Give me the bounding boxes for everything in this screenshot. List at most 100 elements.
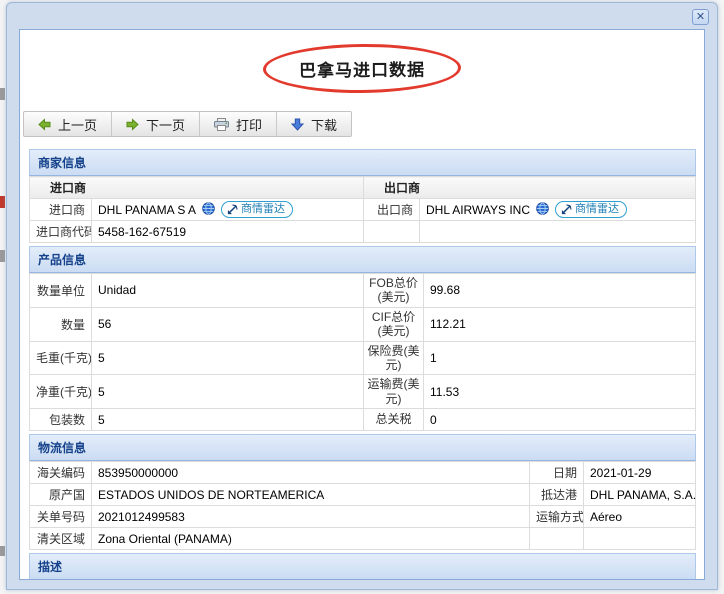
table-row: 进口商 DHL PANAMA S A 商情雷达	[30, 199, 696, 221]
field-value: 5	[92, 409, 364, 431]
green-arrow-right-icon	[126, 118, 139, 131]
download-button[interactable]: 下载	[277, 112, 351, 136]
blue-arrow-down-icon	[291, 118, 304, 131]
importer-code-value: 5458-162-67519	[92, 221, 364, 243]
table-row: 数量 56 CIF总价(美元) 112.21	[30, 307, 696, 341]
field-value: 99.68	[424, 274, 696, 308]
field-label: 保险费(美元)	[364, 341, 424, 375]
field-value: 1	[424, 341, 696, 375]
globe-icon[interactable]	[202, 202, 215, 218]
importer-value-cell: DHL PANAMA S A 商情雷达	[92, 199, 364, 221]
table-row: 原产国 ESTADOS UNIDOS DE NORTEAMERICA 抵达港 D…	[30, 484, 696, 506]
field-label	[530, 528, 584, 550]
field-label: 数量单位	[30, 274, 92, 308]
table-row: 数量单位 Unidad FOB总价(美元) 99.68	[30, 274, 696, 308]
table-row: 进口商 出口商	[30, 177, 696, 199]
field-value: 853950000000	[92, 462, 530, 484]
section-logistics-header: 物流信息	[29, 434, 696, 461]
title-row: 巴拿马进口数据	[20, 44, 704, 93]
radar-icon	[561, 204, 572, 215]
close-icon[interactable]: ✕	[692, 9, 709, 25]
field-value: 0	[424, 409, 696, 431]
field-label: FOB总价(美元)	[364, 274, 424, 308]
printer-icon	[214, 118, 229, 131]
section-merchant-header: 商家信息	[29, 149, 696, 176]
table-row: 包装数 5 总关税 0	[30, 409, 696, 431]
field-value: 2021-01-29	[584, 462, 696, 484]
field-value: 5	[92, 375, 364, 409]
section-description: 描述 产品描述 LAMPARAS LED 6440748263 编码描述	[29, 553, 696, 580]
field-label: 数量	[30, 307, 92, 341]
field-label: 总关税	[364, 409, 424, 431]
section-product-header: 产品信息	[29, 246, 696, 273]
window-header: ✕	[7, 3, 717, 29]
logistics-table: 海关编码 853950000000 日期 2021-01-29 原产国 ESTA…	[29, 461, 696, 550]
importer-label: 进口商	[30, 199, 92, 221]
table-row: 关单号码 2021012499583 运输方式 Aéreo	[30, 506, 696, 528]
exporter-column-header: 出口商	[363, 177, 695, 199]
field-label: 运输费(美元)	[364, 375, 424, 409]
field-label: CIF总价(美元)	[364, 307, 424, 341]
table-row: 海关编码 853950000000 日期 2021-01-29	[30, 462, 696, 484]
print-button[interactable]: 打印	[200, 112, 277, 136]
field-label: 包装数	[30, 409, 92, 431]
background-fragment	[0, 196, 5, 208]
prev-page-button[interactable]: 上一页	[24, 112, 112, 136]
field-value: 56	[92, 307, 364, 341]
exporter-name: DHL AIRWAYS INC	[426, 203, 530, 217]
field-label: 海关编码	[30, 462, 92, 484]
merchant-table: 进口商 出口商 进口商 DHL PANAMA S A 商情	[29, 176, 696, 243]
field-value: Unidad	[92, 274, 364, 308]
table-row: 毛重(千克) 5 保险费(美元) 1	[30, 341, 696, 375]
field-label: 净重(千克)	[30, 375, 92, 409]
download-label: 下载	[311, 115, 337, 134]
field-label: 清关区域	[30, 528, 92, 550]
field-value: 2021012499583	[92, 506, 530, 528]
prev-page-label: 上一页	[58, 115, 97, 134]
business-radar-button[interactable]: 商情雷达	[555, 201, 627, 218]
section-logistics: 物流信息 海关编码 853950000000 日期 2021-01-29 原产国…	[29, 434, 696, 550]
toolbar: 上一页 下一页 打印 下载	[23, 111, 352, 137]
title-highlight-ellipse: 巴拿马进口数据	[263, 43, 461, 94]
background-fragment	[0, 88, 5, 100]
importer-column-header: 进口商	[30, 177, 364, 199]
field-value: 5	[92, 341, 364, 375]
field-value: 112.21	[424, 307, 696, 341]
field-value: 11.53	[424, 375, 696, 409]
table-row: 进口商代码 5458-162-67519	[30, 221, 696, 243]
next-page-button[interactable]: 下一页	[112, 112, 200, 136]
field-value: Aéreo	[584, 506, 696, 528]
empty-label-cell	[363, 221, 419, 243]
green-arrow-left-icon	[38, 118, 51, 131]
radar-icon	[227, 204, 238, 215]
business-radar-button[interactable]: 商情雷达	[221, 201, 293, 218]
background-fragment	[0, 250, 5, 262]
exporter-label: 出口商	[363, 199, 419, 221]
field-label: 抵达港	[530, 484, 584, 506]
field-label: 原产国	[30, 484, 92, 506]
table-row: 清关区域 Zona Oriental (PANAMA)	[30, 528, 696, 550]
empty-value-cell	[419, 221, 695, 243]
business-radar-label: 商情雷达	[241, 203, 285, 216]
print-label: 打印	[236, 115, 262, 134]
field-label: 日期	[530, 462, 584, 484]
importer-name: DHL PANAMA S A	[98, 203, 196, 217]
page-title: 巴拿马进口数据	[299, 60, 425, 80]
table-row: 净重(千克) 5 运输费(美元) 11.53	[30, 375, 696, 409]
product-table: 数量单位 Unidad FOB总价(美元) 99.68 数量 56 CIF总价(…	[29, 273, 696, 431]
section-description-header: 描述	[29, 553, 696, 580]
background-fragment	[0, 546, 5, 556]
field-label: 毛重(千克)	[30, 341, 92, 375]
section-merchant: 商家信息 进口商 出口商 进口商 DHL PANAMA S A	[29, 149, 696, 243]
field-value: Zona Oriental (PANAMA)	[92, 528, 530, 550]
import-data-window: ✕ 巴拿马进口数据 上一页 下一页	[6, 2, 718, 590]
field-value: ESTADOS UNIDOS DE NORTEAMERICA	[92, 484, 530, 506]
importer-code-label: 进口商代码	[30, 221, 92, 243]
window-body: 巴拿马进口数据 上一页 下一页 打印	[19, 29, 705, 580]
field-value	[584, 528, 696, 550]
exporter-value-cell: DHL AIRWAYS INC 商情雷达	[419, 199, 695, 221]
section-product: 产品信息 数量单位 Unidad FOB总价(美元) 99.68 数量 56 C…	[29, 246, 696, 431]
next-page-label: 下一页	[146, 115, 185, 134]
field-value: DHL PANAMA, S.A.	[584, 484, 696, 506]
globe-icon[interactable]	[536, 202, 549, 218]
